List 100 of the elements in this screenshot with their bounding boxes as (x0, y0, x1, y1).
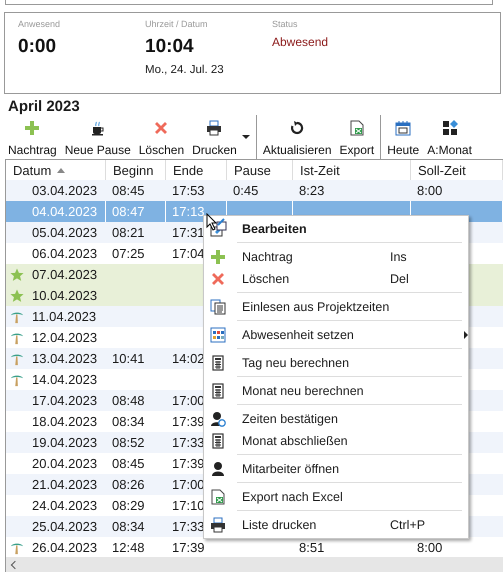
table-cell: 13.04.2023 (32, 351, 98, 366)
table-cell: 25.04.2023 (32, 519, 98, 534)
calendar-icon (395, 120, 412, 136)
table-cell: 08:29 (112, 498, 145, 513)
table-cell: 11.04.2023 (32, 309, 96, 324)
table-cell: 8:00 (417, 540, 442, 555)
toolbar-button[interactable]: Drucken (188, 115, 241, 159)
table-cell: 05.04.2023 (32, 225, 98, 240)
table-cell: 17:04 (172, 246, 205, 261)
menu-item[interactable]: Abwesenheit setzen (204, 324, 468, 346)
calculator-icon (210, 383, 226, 399)
table-cell: 06.04.2023 (32, 246, 98, 261)
field-label: Uhrzeit / Datum (145, 19, 209, 29)
table-cell: 08:52 (112, 435, 145, 450)
menu-item[interactable]: Mitarbeiter öffnen (204, 458, 468, 480)
star-icon (10, 288, 24, 302)
toolbar-button[interactable]: Löschen (134, 115, 188, 159)
excel-file-icon (348, 120, 365, 136)
toolbar-button[interactable]: Heute (383, 115, 424, 159)
toolbar-button[interactable]: Aktualisieren (258, 115, 336, 159)
table-cell: 8:51 (299, 540, 324, 555)
coffee-cup-icon (90, 120, 106, 136)
table-cell: 19.04.2023 (32, 435, 98, 450)
status-value: Abwesend (272, 35, 330, 49)
menu-item[interactable]: Export nach Excel (204, 486, 468, 508)
calculator-icon (210, 433, 226, 449)
field-value: 0:00 (18, 36, 58, 58)
table-cell: 14.04.2023 (32, 372, 98, 387)
toolbar-button[interactable]: A:Monat (423, 115, 476, 159)
table-cell: 10.04.2023 (32, 288, 98, 303)
table-cell: 17:53 (172, 183, 205, 198)
toolbar-button[interactable]: Nachtrag (4, 115, 61, 159)
table-cell: 07.04.2023 (32, 267, 98, 282)
menu-item[interactable]: Monat neu berechnen (204, 380, 468, 402)
table-cell: 08:34 (112, 519, 145, 534)
submenu-arrow-icon (464, 331, 468, 339)
table-cell: 17:33 (172, 435, 205, 450)
table-cell: 08:21 (112, 225, 145, 240)
table-cell: 12:48 (112, 540, 145, 555)
menu-item[interactable]: Löschen Del (204, 268, 468, 290)
table-cell: 08:26 (112, 477, 145, 492)
calculator-icon (210, 355, 226, 371)
table-cell: 8:00 (417, 183, 442, 198)
delete-icon (210, 271, 226, 287)
palm-tree-icon (10, 372, 24, 386)
date-text: Mo., 24. Jul. 23 (145, 64, 225, 76)
table-cell: 17:31 (172, 225, 205, 240)
dropdown-caret-icon[interactable] (242, 135, 250, 139)
table-cell: 10:41 (112, 351, 145, 366)
palm-tree-icon (10, 352, 24, 366)
table-cell: 24.04.2023 (32, 498, 98, 513)
color-grid-icon (210, 327, 226, 343)
table-cell: 14:02 (172, 351, 205, 366)
table-cell: 0:45 (233, 183, 258, 198)
palm-tree-icon (10, 310, 24, 324)
palm-tree-icon (10, 330, 24, 344)
user-icon (210, 461, 226, 477)
table-cell: 17:39 (172, 540, 205, 555)
menu-item[interactable]: Zeiten bestätigen (204, 408, 468, 430)
document-icon (210, 299, 226, 315)
toolbar-button[interactable]: Neue Pause (60, 115, 135, 159)
excel-file-icon (210, 489, 226, 505)
plus-icon (210, 249, 226, 265)
menu-item[interactable]: Nachtrag Ins (204, 246, 468, 268)
tiles-icon (442, 120, 458, 136)
menu-item[interactable]: Tag neu berechnen (204, 352, 468, 374)
table-cell: 21.04.2023 (32, 477, 98, 492)
table-cell: 08:48 (112, 393, 145, 408)
table-cell: 17:33 (172, 519, 205, 534)
field-label: Anwesend (18, 19, 62, 29)
plus-icon (24, 120, 40, 136)
table-cell: 08:45 (112, 456, 145, 471)
table-cell: 07:25 (112, 246, 145, 261)
printer-icon (206, 120, 222, 136)
table-cell: 08:45 (112, 183, 145, 198)
table-cell: 08:47 (112, 204, 145, 219)
table-cell: 18.04.2023 (32, 414, 98, 429)
delete-icon (153, 120, 170, 136)
table-cell: 8:23 (299, 183, 324, 198)
table-cell: 08:34 (112, 414, 145, 429)
sort-ascending-icon (57, 168, 66, 172)
table-cell: 26.04.2023 (32, 540, 98, 555)
table-cell: 03.04.2023 (32, 183, 98, 198)
palm-tree-icon (10, 540, 24, 554)
refresh-icon (289, 120, 306, 136)
menu-item[interactable]: Monat abschließen (204, 430, 468, 452)
printer-icon (210, 517, 226, 533)
toolbar-button[interactable]: Export (336, 115, 378, 159)
table-cell: 17:13 (172, 204, 205, 219)
menu-item[interactable]: Liste drucken Ctrl+P (204, 514, 468, 536)
field-label: Status (272, 19, 299, 29)
table-cell: 04.04.2023 (32, 204, 98, 219)
month-title: April 2023 (8, 98, 81, 115)
table-cell: 12.04.2023 (32, 330, 98, 345)
table-cell: 20.04.2023 (32, 456, 98, 471)
horizontal-scrollbar[interactable] (6, 557, 503, 572)
person-icon (210, 411, 226, 427)
menu-item[interactable]: Einlesen aus Projektzeiten (204, 296, 468, 318)
table-cell: 17.04.2023 (32, 393, 98, 408)
star-icon (10, 268, 24, 282)
